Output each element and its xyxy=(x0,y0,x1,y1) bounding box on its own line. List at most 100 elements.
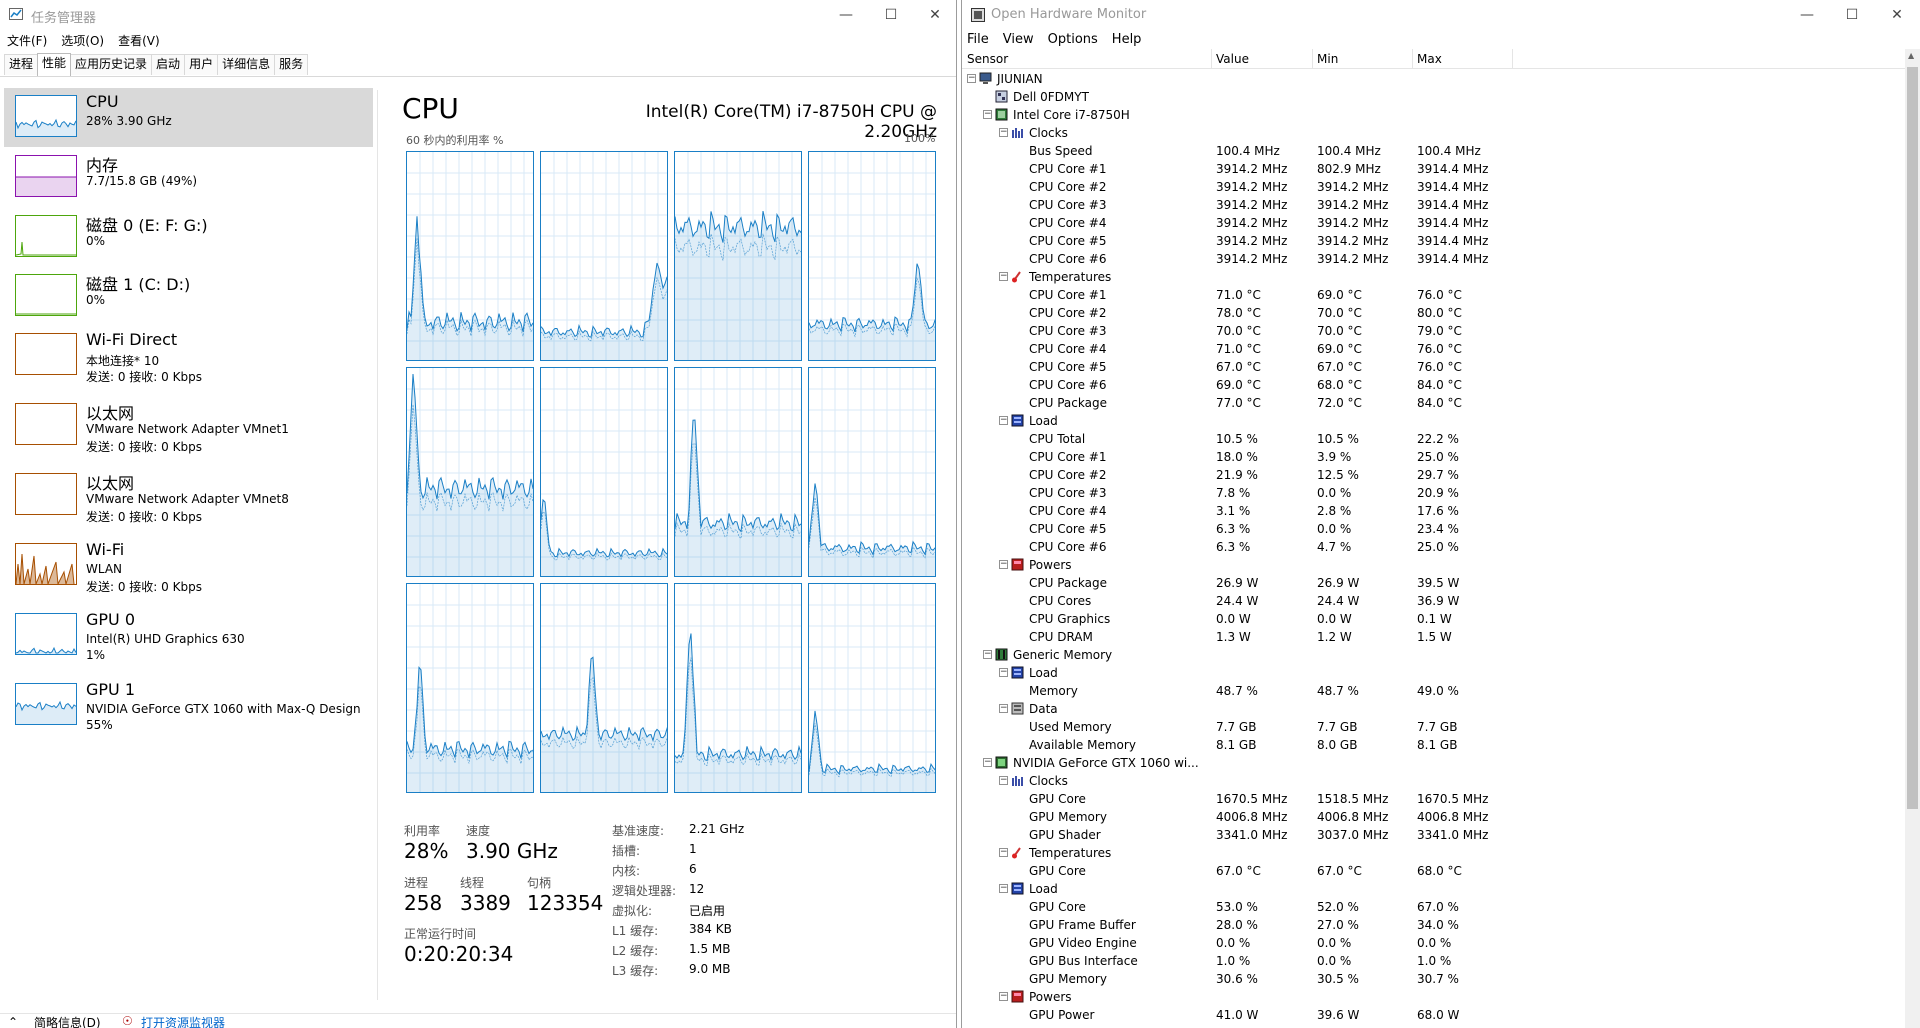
sensor-row[interactable]: CPU Core #6 6.3 % 4.7 % 25.0 % xyxy=(962,538,1907,556)
tab-performance[interactable]: 性能 xyxy=(37,53,72,76)
sensor-row[interactable]: Available Memory 8.1 GB 8.0 GB 8.1 GB xyxy=(962,736,1907,754)
sensor-row[interactable]: CPU Core #3 3914.2 MHz 3914.2 MHz 3914.4 MH… xyxy=(962,196,1907,214)
tree-node[interactable]: − Load xyxy=(962,412,1907,430)
sensor-row[interactable]: GPU Core 67.0 °C 67.0 °C 68.0 °C xyxy=(962,862,1907,880)
sensor-row[interactable]: CPU Core #4 3.1 % 2.8 % 17.6 % xyxy=(962,502,1907,520)
tree-node[interactable]: − Powers xyxy=(962,988,1907,1006)
tree-node[interactable]: − Load xyxy=(962,880,1907,898)
chevron-up-icon[interactable]: ⌃ xyxy=(8,1015,18,1028)
collapse-icon[interactable]: − xyxy=(967,74,976,83)
sensor-row[interactable]: CPU DRAM 1.3 W 1.2 W 1.5 W xyxy=(962,628,1907,646)
sensor-row[interactable]: CPU Cores 24.4 W 24.4 W 36.9 W xyxy=(962,592,1907,610)
sensor-row[interactable]: Dell 0FDMYT xyxy=(962,88,1907,106)
sensor-row[interactable]: GPU Video Engine 0.0 % 0.0 % 0.0 % xyxy=(962,934,1907,952)
sidebar-item[interactable]: 以太网 VMware Network Adapter VMnet8 发送: 0 … xyxy=(4,466,373,525)
sensor-row[interactable]: GPU Core 1670.5 MHz 1518.5 MHz 1670.5 MHz xyxy=(962,790,1907,808)
sidebar-item[interactable]: 磁盘 0 (E: F: G:) 0% xyxy=(4,208,373,267)
sidebar-item[interactable]: Wi-Fi WLAN 发送: 0 接收: 0 Kbps xyxy=(4,536,373,595)
tab-startup[interactable]: 启动 xyxy=(151,54,186,75)
sensor-row[interactable]: CPU Core #5 67.0 °C 67.0 °C 76.0 °C xyxy=(962,358,1907,376)
sensor-row[interactable]: Used Memory 7.7 GB 7.7 GB 7.7 GB xyxy=(962,718,1907,736)
col-value[interactable]: Value xyxy=(1216,52,1249,66)
sensor-row[interactable]: GPU Memory 30.6 % 30.5 % 30.7 % xyxy=(962,970,1907,988)
menu-view[interactable]: View xyxy=(996,30,1041,47)
collapse-icon[interactable]: − xyxy=(983,650,992,659)
maximize-icon[interactable]: ☐ xyxy=(1829,0,1875,30)
menu-help[interactable]: Help xyxy=(1105,30,1149,47)
menu-options[interactable]: Options xyxy=(1041,30,1105,47)
sensor-row[interactable]: GPU Power 41.0 W 39.6 W 68.0 W xyxy=(962,1006,1907,1024)
tree-node[interactable]: − Intel Core i7-8750H xyxy=(962,106,1907,124)
open-resource-monitor-link[interactable]: 打开资源监视器 xyxy=(141,1014,225,1028)
tree-node[interactable]: − Load xyxy=(962,664,1907,682)
tab-users[interactable]: 用户 xyxy=(184,54,219,75)
sidebar-item[interactable]: Wi-Fi Direct 本地连接* 10 发送: 0 接收: 0 Kbps xyxy=(4,326,373,385)
sensor-row[interactable]: GPU Core 53.0 % 52.0 % 67.0 % xyxy=(962,898,1907,916)
tree-node[interactable]: − Data xyxy=(962,700,1907,718)
collapse-icon[interactable]: − xyxy=(999,884,1008,893)
sensor-row[interactable]: CPU Core #3 70.0 °C 70.0 °C 79.0 °C xyxy=(962,322,1907,340)
sidebar-item[interactable]: 内存 7.7/15.8 GB (49%) xyxy=(4,148,373,207)
menu-options[interactable]: 选项(O) xyxy=(54,30,111,49)
tree-node[interactable]: − Clocks xyxy=(962,772,1907,790)
menu-file[interactable]: 文件(F) xyxy=(0,30,54,49)
sensor-row[interactable]: CPU Core #1 3914.2 MHz 802.9 MHz 3914.4 MHz xyxy=(962,160,1907,178)
sidebar-item[interactable]: 以太网 VMware Network Adapter VMnet1 发送: 0 … xyxy=(4,396,373,455)
sensor-row[interactable]: CPU Core #3 7.8 % 0.0 % 20.9 % xyxy=(962,484,1907,502)
col-min[interactable]: Min xyxy=(1317,52,1338,66)
sensor-row[interactable]: CPU Core #1 18.0 % 3.9 % 25.0 % xyxy=(962,448,1907,466)
tab-app-history[interactable]: 应用历史记录 xyxy=(70,54,153,75)
sensor-row[interactable]: Memory 48.7 % 48.7 % 49.0 % xyxy=(962,682,1907,700)
tab-details[interactable]: 详细信息 xyxy=(217,54,276,75)
sensor-row[interactable]: CPU Package 26.9 W 26.9 W 39.5 W xyxy=(962,574,1907,592)
tree-node[interactable]: − Generic Memory xyxy=(962,646,1907,664)
close-icon[interactable]: ✕ xyxy=(1874,0,1920,30)
tree-node[interactable]: − JIUNIAN xyxy=(962,70,1907,88)
collapse-icon[interactable]: − xyxy=(983,110,992,119)
tree-node[interactable]: − Temperatures xyxy=(962,844,1907,862)
sensor-row[interactable]: GPU Shader 3341.0 MHz 3037.0 MHz 3341.0 MHz xyxy=(962,826,1907,844)
collapse-icon[interactable]: − xyxy=(999,272,1008,281)
minimize-icon[interactable]: — xyxy=(823,0,869,30)
collapse-icon[interactable]: − xyxy=(999,992,1008,1001)
sensor-row[interactable]: CPU Core #4 3914.2 MHz 3914.2 MHz 3914.4 MH… xyxy=(962,214,1907,232)
collapse-icon[interactable]: − xyxy=(999,776,1008,785)
sensor-row[interactable]: CPU Core #6 3914.2 MHz 3914.2 MHz 3914.4 MH… xyxy=(962,250,1907,268)
collapse-icon[interactable]: − xyxy=(999,704,1008,713)
tab-services[interactable]: 服务 xyxy=(274,54,309,75)
close-icon[interactable]: ✕ xyxy=(912,0,956,30)
collapse-icon[interactable]: − xyxy=(999,128,1008,137)
maximize-icon[interactable]: ☐ xyxy=(868,0,914,30)
tree-node[interactable]: − Clocks xyxy=(962,124,1907,142)
sensor-row[interactable]: CPU Package 77.0 °C 72.0 °C 84.0 °C xyxy=(962,394,1907,412)
tree-node[interactable]: − Powers xyxy=(962,556,1907,574)
sensor-row[interactable]: GPU Bus Interface 1.0 % 0.0 % 1.0 % xyxy=(962,952,1907,970)
collapse-icon[interactable]: − xyxy=(999,668,1008,677)
sidebar-item[interactable]: 磁盘 1 (C: D:) 0% xyxy=(4,267,373,326)
sensor-row[interactable]: CPU Core #2 21.9 % 12.5 % 29.7 % xyxy=(962,466,1907,484)
sensor-row[interactable]: CPU Core #5 6.3 % 0.0 % 23.4 % xyxy=(962,520,1907,538)
sensor-row[interactable]: GPU Memory 4006.8 MHz 4006.8 MHz 4006.8 MHz xyxy=(962,808,1907,826)
sensor-row[interactable]: CPU Total 10.5 % 10.5 % 22.2 % xyxy=(962,430,1907,448)
sensor-row[interactable]: CPU Core #2 3914.2 MHz 3914.2 MHz 3914.4 MH… xyxy=(962,178,1907,196)
collapse-icon[interactable]: − xyxy=(999,560,1008,569)
tree-node[interactable]: − Temperatures xyxy=(962,268,1907,286)
sensor-row[interactable]: Bus Speed 100.4 MHz 100.4 MHz 100.4 MHz xyxy=(962,142,1907,160)
fewer-details-link[interactable]: 简略信息(D) xyxy=(34,1014,101,1028)
sensor-row[interactable]: CPU Graphics 0.0 W 0.0 W 0.1 W xyxy=(962,610,1907,628)
collapse-icon[interactable]: − xyxy=(999,848,1008,857)
tab-processes[interactable]: 进程 xyxy=(4,54,39,75)
collapse-icon[interactable]: − xyxy=(983,758,992,767)
collapse-icon[interactable]: − xyxy=(999,416,1008,425)
sensor-row[interactable]: CPU Core #2 78.0 °C 70.0 °C 80.0 °C xyxy=(962,304,1907,322)
sidebar-item[interactable]: CPU 28% 3.90 GHz xyxy=(4,88,373,147)
minimize-icon[interactable]: — xyxy=(1784,0,1830,30)
sensor-row[interactable]: CPU Core #1 71.0 °C 69.0 °C 76.0 °C xyxy=(962,286,1907,304)
tree-node[interactable]: − NVIDIA GeForce GTX 1060 wi... xyxy=(962,754,1907,772)
menu-file[interactable]: File xyxy=(962,30,996,47)
sidebar-item[interactable]: GPU 1 NVIDIA GeForce GTX 1060 with Max-Q… xyxy=(4,676,373,735)
sensor-row[interactable]: CPU Core #6 69.0 °C 68.0 °C 84.0 °C xyxy=(962,376,1907,394)
col-max[interactable]: Max xyxy=(1417,52,1442,66)
menu-view[interactable]: 查看(V) xyxy=(111,30,167,49)
scroll-up-icon[interactable]: ▲ xyxy=(1908,51,1914,60)
